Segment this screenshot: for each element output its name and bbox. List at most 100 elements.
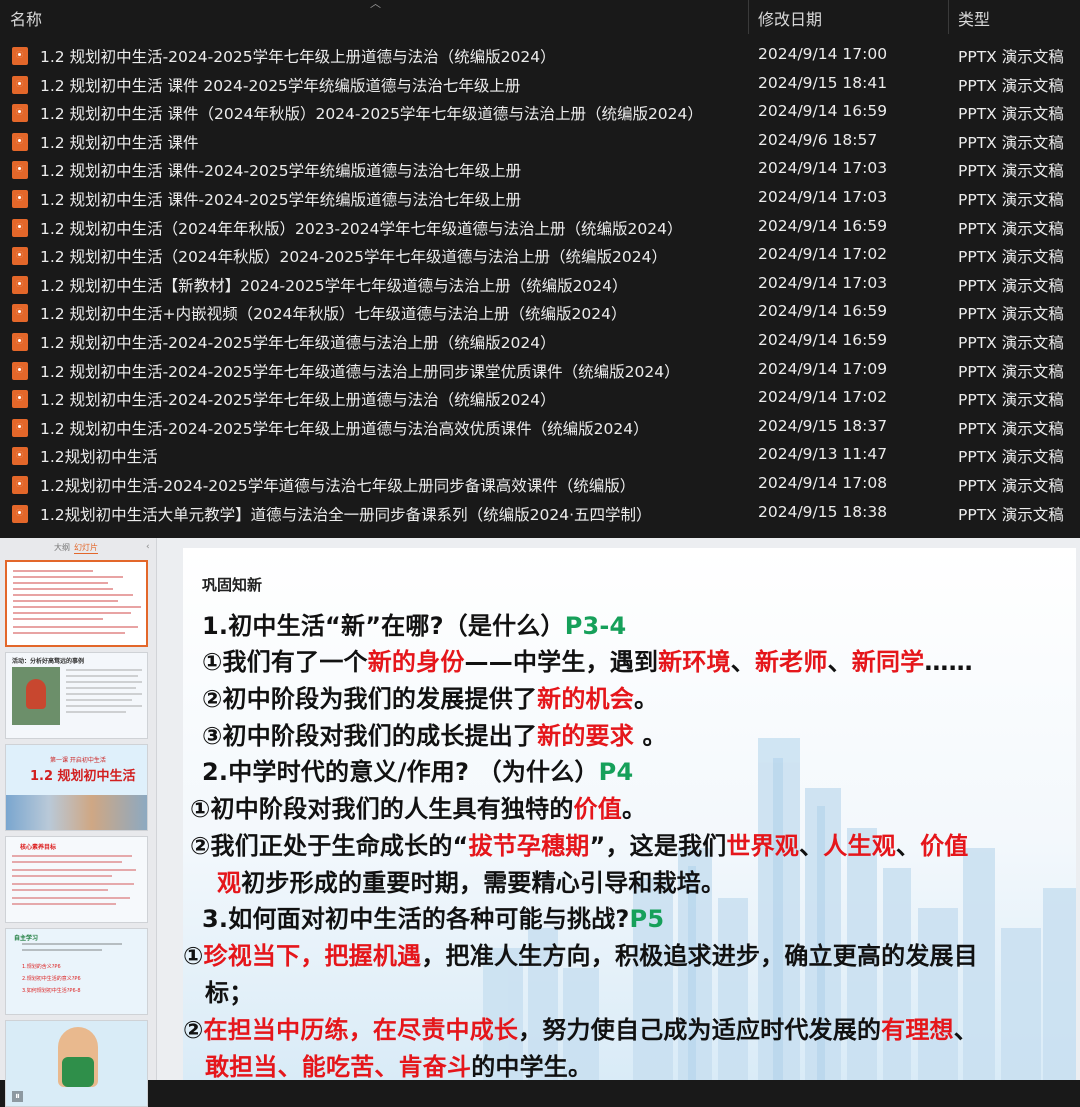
slide-canvas[interactable]: 巩固知新 1.初中生活“新”在哪?（是什么）P3-4 ①我们有了一个新的身份——… (183, 548, 1076, 1080)
video-play-icon[interactable]: ⏸ (12, 1091, 23, 1102)
file-row[interactable]: 1.2 规划初中生活-2024-2025学年七年级上册道德与法治（统编版2024… (0, 384, 1080, 413)
file-name: 1.2 规划初中生活 课件（2024年秋版）2024-2025学年七年级道德与法… (40, 105, 703, 124)
cartoon-illustration (58, 1027, 98, 1087)
thumbnail-title: 1.2 规划初中生活 (30, 769, 136, 784)
thumbnail-text-line (22, 949, 102, 951)
answer-1-2: ②初中阶段为我们的发展提供了新的机会。 (202, 685, 659, 713)
thumbnail-text-line (13, 632, 125, 634)
collapse-pane-icon[interactable]: ‹ (146, 542, 150, 552)
file-row[interactable]: 1.2 规划初中生活 课件 2024/9/6 18:57 PPTX 演示文稿 (0, 127, 1080, 156)
file-modified-date: 2024/9/14 16:59 (758, 302, 888, 321)
pptx-file-icon (12, 104, 28, 123)
thumbnail-title: 自主学习 (14, 935, 39, 942)
slide-thumbnail-1[interactable] (5, 560, 148, 647)
file-row[interactable]: 1.2 规划初中生活（2024年秋版）2024-2025学年七年级道德与法治上册… (0, 241, 1080, 270)
tab-outline[interactable]: 大纲 (54, 542, 70, 553)
column-divider[interactable] (948, 0, 949, 34)
pptx-file-icon (12, 361, 28, 380)
slide-thumbnail-3[interactable]: 第一课 开启初中生活 1.2 规划初中生活 (5, 744, 148, 831)
thumbnail-text-line (22, 943, 122, 945)
pptx-file-icon (12, 75, 28, 94)
column-type[interactable]: 类型 (958, 6, 990, 30)
file-type: PPTX 演示文稿 (958, 333, 1064, 352)
file-type: PPTX 演示文稿 (958, 476, 1064, 495)
file-row[interactable]: 1.2 规划初中生活（2024年年秋版）2023-2024学年七年级道德与法治上… (0, 213, 1080, 242)
slide-thumbnail-pane: 大纲 幻灯片 ‹ 活动：分析好高骛远的事例 第一课 开启初中生活 1.2 规划初… (0, 538, 157, 1107)
thumbnail-text-line (13, 582, 108, 584)
file-modified-date: 2024/9/14 16:59 (758, 330, 888, 349)
pptx-file-icon (12, 161, 28, 180)
file-row[interactable]: 1.2 规划初中生活-2024-2025学年七年级道德与法治上册同步课堂优质课件… (0, 356, 1080, 385)
question-1-text: 1.初中生活“新”在哪?（是什么） (202, 612, 565, 640)
file-modified-date: 2024/9/14 17:02 (758, 388, 888, 407)
tab-slides[interactable]: 幻灯片 (74, 542, 98, 554)
column-modified[interactable]: 修改日期 (758, 6, 822, 30)
thumbnail-title: 活动：分析好高骛远的事例 (12, 658, 85, 665)
column-divider[interactable] (748, 0, 749, 34)
thumbnail-text-line (13, 600, 118, 602)
file-modified-date: 2024/9/13 11:47 (758, 445, 888, 464)
file-modified-date: 2024/9/14 17:03 (758, 273, 888, 292)
thumbnail-subtitle: 第一课 开启初中生活 (50, 757, 106, 764)
pane-tabs: 大纲 幻灯片 ‹ (0, 538, 157, 556)
file-row[interactable]: 1.2规划初中生活大单元教学】道德与法治全一册同步备课系列（统编版2024·五四… (0, 499, 1080, 528)
file-modified-date: 2024/9/14 17:08 (758, 473, 888, 492)
thumbnail-text-line (66, 693, 142, 695)
answer-3-2: ②在担当中历练，在尽责中成长，努力使自己成为适应时代发展的有理想、 (183, 1016, 978, 1044)
file-name: 1.2 规划初中生活 课件 2024-2025学年统编版道德与法治七年级上册 (40, 76, 521, 95)
file-row[interactable]: 1.2规划初中生活-2024-2025学年道德与法治七年级上册同步备课高效课件（… (0, 470, 1080, 499)
file-row[interactable]: 1.2规划初中生活 2024/9/13 11:47 PPTX 演示文稿 (0, 441, 1080, 470)
file-name: 1.2规划初中生活-2024-2025学年道德与法治七年级上册同步备课高效课件（… (40, 476, 636, 495)
file-row[interactable]: 1.2 规划初中生活-2024-2025学年七年级道德与法治上册（统编版2024… (0, 327, 1080, 356)
answer-2-2-cont: 观初步形成的重要时期，需要精心引导和栽培。 (217, 869, 726, 897)
thumbnail-text-line (12, 875, 112, 877)
thumbnail-title: 核心素养目标 (20, 844, 57, 851)
answer-3-2-cont: 敢担当、能吃苦、肯奋斗的中学生。 (205, 1053, 593, 1080)
slide-thumbnail-2[interactable]: 活动：分析好高骛远的事例 (5, 652, 148, 739)
slide-thumbnail-5[interactable]: 自主学习 1.规划的含义?P6 2.规划初中生活的意义?P6 3.如何规划初中生… (5, 928, 148, 1015)
file-name: 1.2 规划初中生活 课件-2024-2025学年统编版道德与法治七年级上册 (40, 162, 522, 181)
page-ref: P3-4 (564, 612, 627, 640)
pptx-file-icon (12, 475, 28, 494)
slide-thumbnail-4[interactable]: 核心素养目标 (5, 836, 148, 923)
answer-3-1: ①珍视当下，把握机遇，把准人生方向，积极追求进步，确立更高的发展目 (183, 942, 978, 970)
question-1: 1.初中生活“新”在哪?（是什么）P3-4 (202, 606, 626, 641)
column-name[interactable]: 名称 (10, 6, 42, 30)
file-row[interactable]: 1.2 规划初中生活+内嵌视频（2024年秋版）七年级道德与法治上册（统编版20… (0, 298, 1080, 327)
thumbnail-text-line (12, 855, 132, 857)
file-name: 1.2 规划初中生活（2024年秋版）2024-2025学年七年级道德与法治上册… (40, 248, 667, 267)
thumbnail-text-line (66, 711, 126, 713)
file-modified-date: 2024/9/15 18:41 (758, 73, 888, 92)
pptx-file-icon (12, 247, 28, 266)
file-name: 1.2 规划初中生活 课件 (40, 133, 199, 152)
file-name: 1.2 规划初中生活-2024-2025学年七年级上册道德与法治高效优质课件（统… (40, 419, 649, 438)
thumbnail-text-line (13, 588, 113, 590)
file-row[interactable]: 1.2 规划初中生活-2024-2025学年七年级上册道德与法治高效优质课件（统… (0, 413, 1080, 442)
pptx-file-icon (12, 47, 28, 65)
answer-3-1-cont: 标； (205, 979, 254, 1007)
thumbnail-text-line (66, 687, 136, 689)
thumbnail-text-line (13, 612, 131, 614)
slide-kicker: 巩固知新 (202, 576, 263, 594)
slide-thumbnail-6[interactable]: ⏸ (5, 1020, 148, 1107)
file-type: PPTX 演示文稿 (958, 305, 1064, 324)
file-row[interactable]: 1.2 规划初中生活【新教材】2024-2025学年七年级道德与法治上册（统编版… (0, 270, 1080, 299)
thumbnail-text-line (66, 705, 142, 707)
answer-2-2: ②我们正处于生命成长的“拔节孕穗期”，这是我们世界观、人生观、价值 (190, 832, 969, 860)
photo-strip (6, 795, 147, 830)
file-name: 1.2规划初中生活 (40, 448, 158, 467)
file-row[interactable]: 1.2 规划初中生活 课件-2024-2025学年统编版道德与法治七年级上册 20… (0, 184, 1080, 213)
file-row[interactable]: 1.2 规划初中生活 课件-2024-2025学年统编版道德与法治七年级上册 20… (0, 155, 1080, 184)
file-row[interactable]: 1.2 规划初中生活-2024-2025学年七年级上册道德与法治（统编版2024… (0, 41, 1080, 70)
file-name: 1.2 规划初中生活（2024年年秋版）2023-2024学年七年级道德与法治上… (40, 219, 683, 238)
thumbnail-text-line (12, 903, 116, 905)
thumbnail-item: 2.规划初中生活的意义?P6 (22, 976, 81, 982)
file-modified-date: 2024/9/6 18:57 (758, 130, 878, 149)
file-row[interactable]: 1.2 规划初中生活 课件 2024-2025学年统编版道德与法治七年级上册 20… (0, 70, 1080, 99)
thumbnail-text-line (66, 675, 138, 677)
file-list: 1.2 规划初中生活-2024-2025学年七年级上册道德与法治（统编版2024… (0, 41, 1080, 527)
file-row[interactable]: 1.2 规划初中生活 课件（2024年秋版）2024-2025学年七年级道德与法… (0, 98, 1080, 127)
file-modified-date: 2024/9/14 17:03 (758, 187, 888, 206)
question-3-text: 3.如何面对初中生活的各种可能与挑战? (202, 905, 630, 933)
pptx-file-icon (12, 304, 28, 323)
